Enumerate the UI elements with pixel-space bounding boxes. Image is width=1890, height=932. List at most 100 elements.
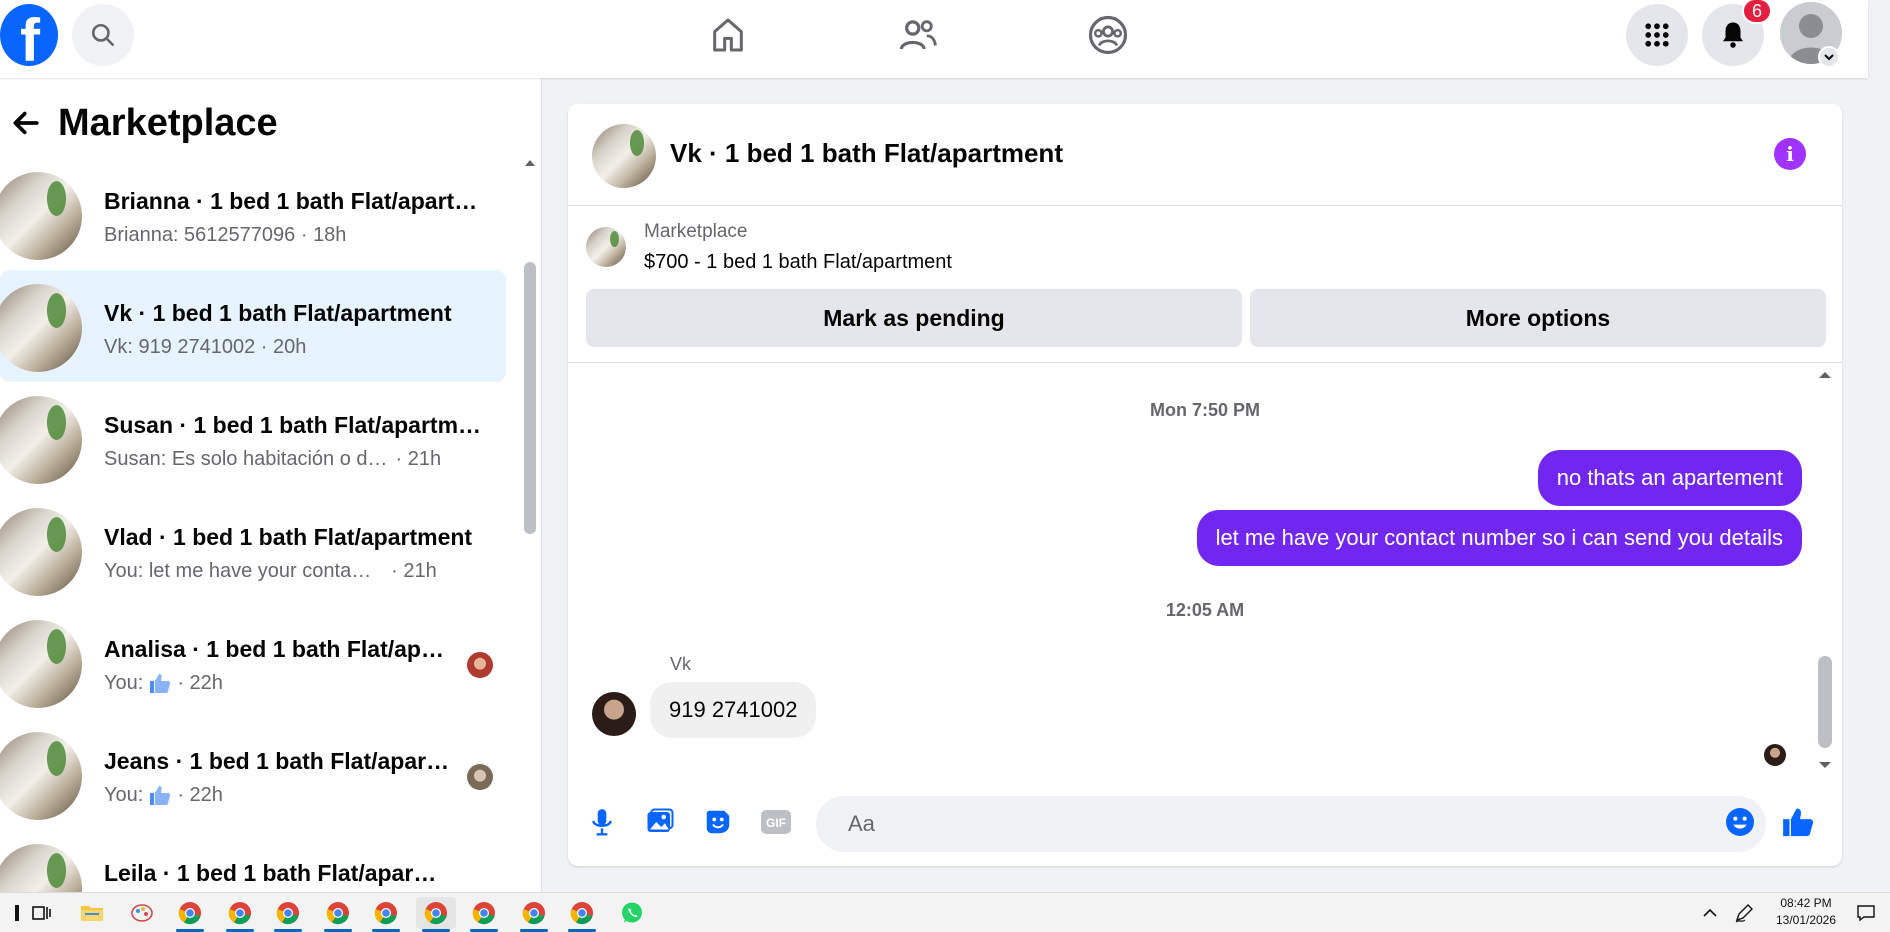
sticker-button[interactable] bbox=[698, 802, 738, 842]
notification-badge: 6 bbox=[1742, 0, 1772, 24]
chevron-down-icon bbox=[1824, 54, 1834, 61]
conversation-name: Vlad · 1 bed 1 bath Flat/apartment bbox=[104, 524, 473, 550]
scroll-down-icon[interactable] bbox=[1818, 760, 1832, 770]
chat-title[interactable]: Vk · 1 bed 1 bath Flat/apartment bbox=[670, 138, 1063, 169]
conversation-preview: Brianna: 5612577096 · 18h bbox=[104, 224, 347, 246]
chrome-window-8[interactable] bbox=[514, 897, 554, 932]
chat-scrollbar[interactable] bbox=[1814, 366, 1836, 776]
chrome-icon bbox=[424, 902, 447, 925]
more-options-button[interactable]: More options bbox=[1250, 289, 1826, 347]
account-menu-caret[interactable] bbox=[1818, 46, 1840, 68]
chrome-window-7[interactable] bbox=[464, 897, 504, 932]
conversation-item-active[interactable]: Vk · 1 bed 1 bath Flat/apartment Vk: 919… bbox=[0, 270, 506, 382]
chrome-window-9[interactable] bbox=[562, 897, 602, 932]
chrome-icon bbox=[374, 902, 397, 925]
chrome-window-5[interactable] bbox=[366, 897, 406, 932]
sender-avatar[interactable] bbox=[592, 692, 636, 736]
back-arrow-icon[interactable] bbox=[6, 107, 46, 139]
scroll-up-icon[interactable] bbox=[1818, 370, 1832, 380]
outgoing-message[interactable]: let me have your contact number so i can… bbox=[1196, 510, 1802, 566]
outgoing-message[interactable]: no thats an apartement bbox=[1537, 450, 1802, 506]
facebook-logo[interactable]: f bbox=[0, 4, 58, 66]
top-navigation-bar: f 6 bbox=[0, 0, 1868, 78]
system-clock[interactable]: 08:42 PM 13/01/2026 bbox=[1760, 895, 1852, 929]
conversation-preview: You: · 22h bbox=[104, 672, 223, 694]
microphone-icon bbox=[592, 809, 612, 836]
task-view-button[interactable] bbox=[22, 897, 62, 929]
page-title: Marketplace bbox=[58, 101, 278, 144]
chrome-window-1[interactable] bbox=[170, 897, 210, 932]
seen-avatar bbox=[467, 652, 493, 678]
conversation-name: Brianna · 1 bed 1 bath Flat/apartment bbox=[104, 188, 484, 214]
gif-button[interactable]: GIF bbox=[756, 802, 796, 842]
paint-icon bbox=[131, 904, 153, 922]
conversation-name: Jeans · 1 bed 1 bath Flat/apartment bbox=[104, 748, 454, 774]
groups-tab[interactable] bbox=[1083, 10, 1133, 60]
paint-app-button[interactable] bbox=[122, 897, 162, 929]
search-icon bbox=[91, 23, 115, 47]
conversation-preview: Vk: 919 2741002 · 20h bbox=[104, 336, 307, 358]
friends-icon bbox=[899, 20, 937, 50]
listing-avatar[interactable] bbox=[592, 124, 656, 188]
grid-menu-icon bbox=[1645, 23, 1669, 47]
message-input[interactable] bbox=[816, 796, 1766, 852]
chrome-window-active[interactable] bbox=[416, 897, 456, 932]
message-composer: GIF bbox=[568, 784, 1842, 866]
conversation-item[interactable]: Jeans · 1 bed 1 bath Flat/apartment You:… bbox=[0, 718, 506, 830]
home-tab[interactable] bbox=[703, 10, 753, 60]
conversation-item[interactable]: Susan · 1 bed 1 bath Flat/apartment Susa… bbox=[0, 382, 506, 494]
folder-icon bbox=[81, 906, 103, 921]
file-explorer-button[interactable] bbox=[72, 897, 112, 929]
conversation-item[interactable]: Vlad · 1 bed 1 bath Flat/apartment You: … bbox=[0, 494, 506, 606]
listing-title[interactable]: $700 - 1 bed 1 bath Flat/apartment bbox=[644, 251, 952, 274]
incoming-message[interactable]: 919 2741002 bbox=[650, 682, 817, 738]
scrollbar-thumb[interactable] bbox=[1818, 656, 1832, 748]
conversation-item[interactable]: Leila · 1 bed 1 bath Flat/apartment bbox=[0, 830, 506, 892]
conversation-item[interactable]: Brianna · 1 bed 1 bath Flat/apartment Br… bbox=[0, 158, 506, 270]
marketplace-header: Marketplace bbox=[0, 98, 278, 148]
conversation-item[interactable]: Analisa · 1 bed 1 bath Flat/apartment Yo… bbox=[0, 606, 506, 718]
scrollbar-thumb[interactable] bbox=[524, 262, 536, 534]
conversation-preview: Susan: Es solo habitación o departamento… bbox=[104, 448, 442, 470]
listing-thumbnail[interactable] bbox=[586, 227, 626, 267]
chrome-icon bbox=[522, 902, 545, 925]
chrome-window-2[interactable] bbox=[220, 897, 260, 932]
chrome-icon bbox=[276, 902, 299, 925]
listing-thumbnail bbox=[0, 284, 82, 372]
notification-center-button[interactable] bbox=[1846, 897, 1886, 929]
whatsapp-button[interactable] bbox=[612, 897, 652, 929]
chrome-window-4[interactable] bbox=[318, 897, 358, 932]
conversation-list-scrollbar[interactable] bbox=[522, 158, 538, 878]
chrome-icon bbox=[472, 902, 495, 925]
conversation-preview: You: · 22h bbox=[104, 784, 223, 806]
chrome-icon bbox=[228, 902, 251, 925]
conversation-name: Analisa · 1 bed 1 bath Flat/apartment bbox=[104, 636, 454, 662]
pen-menu-button[interactable] bbox=[1724, 897, 1764, 929]
chrome-window-3[interactable] bbox=[268, 897, 308, 932]
info-button[interactable]: i bbox=[1774, 138, 1806, 170]
message-icon bbox=[1857, 905, 1875, 922]
smiley-icon bbox=[1726, 808, 1754, 836]
attach-photo-button[interactable] bbox=[640, 802, 680, 842]
search-button[interactable] bbox=[72, 4, 134, 66]
friends-tab[interactable] bbox=[893, 10, 943, 60]
message-timestamp: Mon 7:50 PM bbox=[1149, 400, 1260, 420]
whatsapp-icon bbox=[622, 902, 642, 923]
clock-date: 13/01/2026 bbox=[1775, 913, 1837, 927]
mark-as-pending-button[interactable]: Mark as pending bbox=[586, 289, 1242, 347]
menu-button[interactable] bbox=[1626, 4, 1688, 66]
send-like-button[interactable] bbox=[1778, 802, 1818, 842]
conversation-name: Leila · 1 bed 1 bath Flat/apartment bbox=[104, 860, 440, 886]
listing-banner: Marketplace $700 - 1 bed 1 bath Flat/apa… bbox=[568, 207, 1842, 363]
chat-header: Vk · 1 bed 1 bath Flat/apartment i bbox=[568, 104, 1842, 206]
emoji-button[interactable] bbox=[1720, 802, 1760, 842]
chrome-icon bbox=[326, 902, 349, 925]
windows-taskbar: 08:42 PM 13/01/2026 bbox=[0, 892, 1890, 932]
voice-clip-button[interactable] bbox=[582, 802, 622, 842]
info-icon: i bbox=[1786, 142, 1794, 166]
listing-thumbnail bbox=[0, 844, 82, 892]
conversation-list-panel: Marketplace Brianna · 1 bed 1 bath Flat/… bbox=[0, 78, 542, 892]
listing-thumbnail bbox=[0, 508, 82, 596]
svg-text:GIF: GIF bbox=[766, 816, 786, 830]
scroll-up-icon[interactable] bbox=[524, 158, 536, 168]
